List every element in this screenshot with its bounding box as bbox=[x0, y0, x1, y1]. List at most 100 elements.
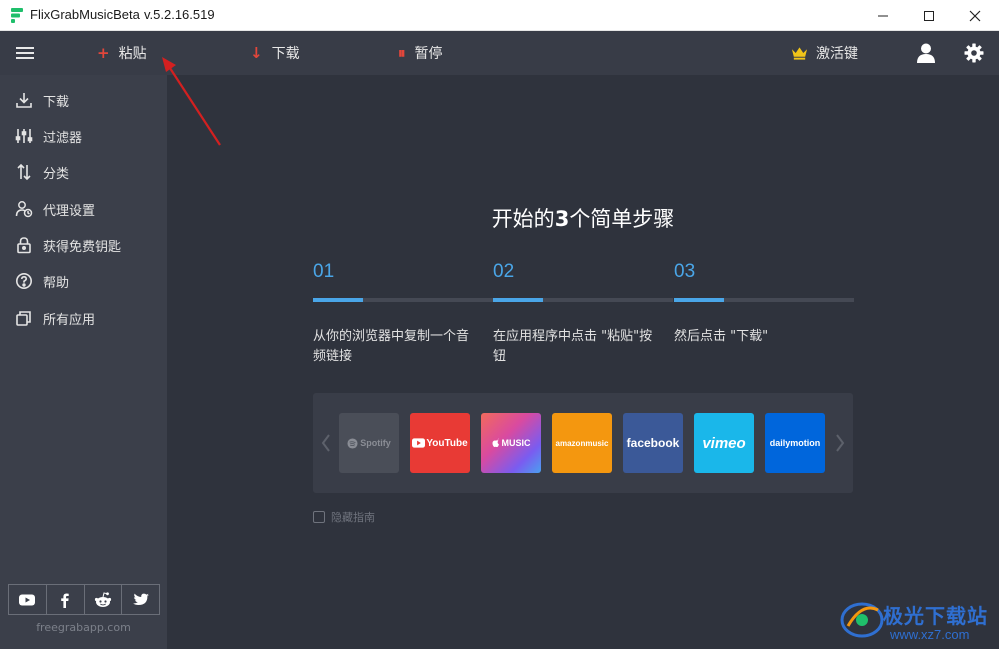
service-label: vimeo bbox=[702, 434, 746, 452]
step-description: 然后点击 "下载" bbox=[674, 329, 769, 344]
service-facebook[interactable]: facebook bbox=[623, 413, 683, 473]
sidebar-item-filter[interactable]: 过滤器 bbox=[0, 118, 167, 154]
user-account-icon[interactable] bbox=[917, 43, 935, 63]
service-label: dailymotion bbox=[769, 438, 821, 448]
youtube-button[interactable] bbox=[9, 585, 47, 614]
guide-title-text: 开始的 bbox=[491, 207, 555, 231]
sidebar-item-label: 所有应用 bbox=[43, 312, 96, 328]
youtube-logo-icon bbox=[412, 438, 426, 448]
watermark-text: 极光下载站 bbox=[883, 604, 988, 628]
sidebar-item-label: 分类 bbox=[43, 166, 70, 182]
service-apple-music[interactable]: MUSIC bbox=[481, 413, 541, 473]
twitter-icon bbox=[132, 593, 149, 605]
crown-icon bbox=[791, 47, 808, 60]
sidebar: 下载 过滤器 分类 代理设置 获得免费钥匙 帮助 所有应用 freegrabap… bbox=[0, 75, 167, 649]
sidebar-item-label: 帮助 bbox=[43, 275, 70, 291]
maximize-icon bbox=[924, 10, 934, 21]
download-icon bbox=[16, 93, 32, 108]
download-button[interactable]: ↓ 下载 bbox=[250, 31, 300, 75]
services-carousel: Spotify YouTube MUSIC amazonmusic facebo… bbox=[313, 393, 853, 493]
proxy-icon bbox=[15, 201, 33, 218]
service-label: Spotify bbox=[360, 438, 391, 448]
paste-label: 粘贴 bbox=[118, 46, 147, 62]
annotation-arrow-icon bbox=[162, 57, 221, 146]
website-link[interactable]: freegrabapp.com bbox=[0, 621, 167, 634]
sidebar-item-label: 下载 bbox=[43, 94, 70, 110]
gear-icon[interactable] bbox=[964, 43, 984, 63]
sidebar-item-all-apps[interactable]: 所有应用 bbox=[0, 300, 167, 336]
sidebar-item-label: 获得免费钥匙 bbox=[43, 239, 122, 255]
apple-icon bbox=[491, 438, 499, 448]
service-label: amazonmusic bbox=[555, 438, 609, 448]
step-number: 02 bbox=[493, 261, 515, 282]
sidebar-item-label: 过滤器 bbox=[43, 130, 83, 146]
step-progress-track bbox=[493, 298, 673, 302]
sidebar-item-sort[interactable]: 分类 bbox=[0, 154, 167, 190]
pause-button[interactable]: ⏸ 暂停 bbox=[398, 31, 443, 75]
activation-key-button[interactable]: 激活键 bbox=[791, 31, 858, 75]
filter-sliders-icon bbox=[15, 129, 33, 143]
maximize-button[interactable] bbox=[906, 0, 952, 31]
guide-title-number: 3 bbox=[554, 207, 570, 231]
main-panel: 开始的3个简单步骤 01 从你的浏览器中复制一个音频链接 02 在应用程序中点击… bbox=[167, 75, 999, 649]
app-version: v.5.2.16.519 bbox=[144, 7, 215, 22]
sidebar-item-proxy[interactable]: 代理设置 bbox=[0, 191, 167, 227]
watermark-url: www.xz7.com bbox=[890, 627, 970, 642]
step-progress-track bbox=[313, 298, 493, 302]
facebook-button[interactable] bbox=[47, 585, 85, 614]
step-progress-fill bbox=[674, 298, 724, 302]
service-amazon-music[interactable]: amazonmusic bbox=[552, 413, 612, 473]
service-dailymotion[interactable]: dailymotion bbox=[765, 413, 825, 473]
facebook-icon bbox=[61, 593, 69, 608]
sidebar-item-downloads[interactable]: 下载 bbox=[0, 82, 167, 118]
apps-icon bbox=[16, 311, 31, 326]
sort-arrows-icon bbox=[17, 163, 31, 181]
sidebar-item-free-key[interactable]: 获得免费钥匙 bbox=[0, 227, 167, 263]
step-1: 01 从你的浏览器中复制一个音频链接 bbox=[313, 261, 493, 364]
reddit-icon bbox=[94, 591, 111, 607]
minimize-button[interactable] bbox=[860, 0, 906, 31]
service-youtube[interactable]: YouTube bbox=[410, 413, 470, 473]
app-title: FlixGrabMusicBeta bbox=[30, 7, 140, 22]
toolbar: + 粘贴 ↓ 下载 ⏸ 暂停 激活键 bbox=[0, 31, 999, 75]
step-description: 在应用程序中点击 "粘贴"按钮 bbox=[493, 329, 653, 364]
youtube-icon bbox=[19, 594, 36, 605]
step-description: 从你的浏览器中复制一个音频链接 bbox=[313, 329, 470, 364]
pause-label: 暂停 bbox=[414, 46, 443, 62]
chevron-right-icon[interactable] bbox=[833, 431, 847, 455]
title-bar: FlixGrabMusicBeta v.5.2.16.519 bbox=[0, 0, 999, 31]
plus-icon: + bbox=[97, 44, 110, 62]
step-number: 03 bbox=[674, 261, 696, 282]
reddit-button[interactable] bbox=[85, 585, 123, 614]
minimize-icon bbox=[878, 15, 888, 16]
hamburger-menu-icon[interactable] bbox=[14, 43, 36, 63]
service-vimeo[interactable]: vimeo bbox=[694, 413, 754, 473]
social-links bbox=[8, 584, 160, 615]
sidebar-item-help[interactable]: 帮助 bbox=[0, 263, 167, 299]
checkbox-box[interactable] bbox=[313, 511, 325, 523]
step-progress-track bbox=[674, 298, 854, 302]
service-label: facebook bbox=[626, 436, 680, 450]
hide-guide-label: 隐藏指南 bbox=[331, 511, 375, 524]
guide-title: 开始的3个简单步骤 bbox=[167, 203, 999, 233]
arrow-down-icon: ↓ bbox=[250, 44, 263, 62]
service-label: YouTube bbox=[426, 437, 468, 449]
step-progress-fill bbox=[313, 298, 363, 302]
step-3: 03 然后点击 "下载" bbox=[674, 261, 854, 344]
hide-guide-checkbox[interactable]: 隐藏指南 bbox=[313, 509, 375, 525]
step-number: 01 bbox=[313, 261, 335, 282]
step-progress-fill bbox=[493, 298, 543, 302]
lock-icon bbox=[17, 237, 31, 254]
twitter-button[interactable] bbox=[122, 585, 159, 614]
close-button[interactable] bbox=[952, 0, 998, 31]
close-icon bbox=[969, 10, 981, 21]
spotify-icon bbox=[347, 437, 358, 449]
scrollbar-track[interactable] bbox=[994, 75, 999, 649]
service-label: MUSIC bbox=[501, 438, 531, 448]
service-spotify[interactable]: Spotify bbox=[339, 413, 399, 473]
paste-button[interactable]: + 粘贴 bbox=[97, 31, 147, 75]
chevron-left-icon[interactable] bbox=[319, 431, 333, 455]
sidebar-item-label: 代理设置 bbox=[43, 203, 96, 219]
app-logo-icon bbox=[11, 8, 23, 23]
download-label: 下载 bbox=[271, 46, 300, 62]
